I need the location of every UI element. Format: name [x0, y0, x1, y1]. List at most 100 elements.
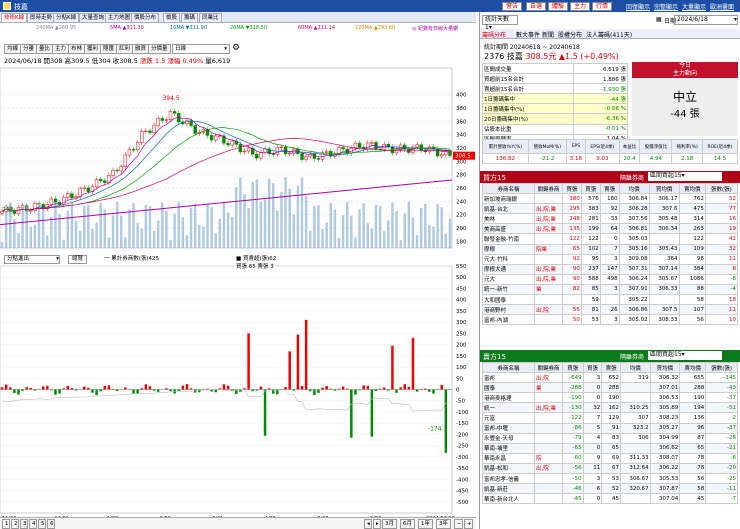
main-force-button[interactable]: 主力 [570, 2, 591, 11]
pager-3[interactable]: 3 [20, 519, 28, 529]
table-row[interactable]: 凱基-台北 出,院,業 295 383 92 306.28 307.6 475 77 [482, 203, 739, 215]
subtab-equity[interactable]: 股權分布 [558, 30, 582, 39]
flow-bar [87, 387, 90, 390]
buy-table: 券商名稱 關鍵券商 買張 買張 賣張 均價 買均價 賣均價 張數(張) 新加坡商瑞銀 380 576 1… [482, 182, 739, 326]
subtab-chips[interactable]: 籌碼分布 [482, 30, 506, 39]
ma120-label: 120MA ▲293.60 [355, 25, 396, 31]
candle-body [172, 111, 177, 114]
pager-4[interactable]: 4 [29, 519, 37, 529]
range-6m[interactable]: 6月 [400, 519, 415, 529]
tab-tech-kline[interactable]: 技術K線 [1, 13, 28, 23]
prev-icon[interactable]: ◂ [364, 519, 372, 529]
table-cell [534, 314, 563, 326]
full-link[interactable]: 完整顯示 [654, 2, 678, 11]
table-row[interactable]: 美林 出,院,業 248 281 33 307.56 305.48 314 16 [482, 213, 739, 225]
table-row[interactable]: 凱基-松和 出,院 -56 11 67 312.64 306.22 78 -20 [482, 462, 738, 475]
lower-select[interactable]: 分點進出 ▾ [4, 255, 60, 264]
table-row[interactable]: 統一 出,院,業 -130 32 162 310.25 305.89 194 -51 [482, 402, 738, 414]
table-row[interactable]: 華南-新台北人 -45 0 45 307.04 45 -7 [482, 493, 738, 505]
volume-bar [29, 226, 33, 248]
tab-intraday[interactable]: 即時走勢 [27, 13, 56, 23]
stat-row: 1日籌碼集中 -44 張 [482, 93, 629, 105]
table-row[interactable]: 摩根 院業 65 102 7 305.16 305.43 109 32 [482, 243, 739, 255]
table-row[interactable]: 凱基-新莊 -46 6 52 320.67 307.87 58 -11 [482, 483, 738, 495]
table-row[interactable]: 港商麥格理 -190 0 190 306.53 190 -37 [482, 392, 738, 404]
table-cell: 306.81 [618, 223, 650, 235]
table-row[interactable]: 統一-新竹業 82 85 3 307.91 306.33 88 -4 [482, 283, 739, 296]
table-row[interactable]: 富邦-內湖 50 53 3 305.02 308.33 56 10 [482, 314, 739, 326]
table-cell: -45 [562, 493, 584, 505]
tab-broker-kline[interactable]: 分點K線 [53, 13, 80, 23]
quote-button[interactable]: 行情 [592, 2, 613, 11]
table-cell: 69 [601, 452, 621, 464]
table-row[interactable]: 美商高盛 出,院,業 135 199 64 306.81 306.34 263 19 [482, 223, 739, 235]
range-1y[interactable]: 1年 [418, 519, 433, 529]
next-icon[interactable]: ▸ [373, 519, 381, 529]
sell-rank-select[interactable]: 區間買超15▾ [648, 351, 722, 360]
date-input[interactable]: 2024/6/18 ▾ [674, 15, 738, 25]
calendar-icon[interactable]: ▦ [656, 16, 662, 23]
price-chart[interactable]: 394.5213 4003803603403203002802602402202… [0, 33, 476, 529]
candle-body [62, 197, 66, 205]
table-cell: 320.67 [619, 483, 651, 495]
zoom-in-icon[interactable]: + [464, 519, 473, 529]
table-row[interactable]: 元大 出,院,業 90 588 498 306.24 305.67 1086 -8 [482, 273, 739, 285]
table-row[interactable]: 國泰業 -288 0 288 307.01 288 -43 [482, 382, 738, 394]
tab-chips[interactable]: 籌碼 [181, 13, 199, 23]
range-3m[interactable]: 3月 [382, 519, 397, 529]
flow-bar [415, 389, 419, 392]
table-row[interactable]: 元大-竹科 92 95 3 309.08 364 98 11 [482, 253, 739, 265]
restore-link[interactable]: 回復顯示 [626, 2, 650, 11]
table-row[interactable]: 元富 -122 7 129 307 308.23 136 -2 [482, 412, 738, 424]
table-cell: 305.67 [648, 273, 680, 285]
buy-rank-select[interactable]: 區間買超15▾ [648, 172, 722, 181]
tab-big-volume[interactable]: 大量查詢 [79, 13, 108, 23]
pager-6[interactable]: 6 [47, 519, 55, 529]
table-row[interactable]: 華南-埔里 -65 0 65 306.62 65 -21 [482, 442, 738, 454]
favorite-button[interactable]: 自選 [526, 2, 547, 11]
euro-link[interactable]: 歐洲畫面 [710, 2, 734, 11]
pager-5[interactable]: 5 [38, 519, 46, 529]
table-cell: 59 [580, 294, 601, 306]
zoom-out-icon[interactable]: − [454, 519, 463, 529]
flow-bar [169, 389, 172, 392]
large-link[interactable]: 大量顯示 [682, 2, 706, 11]
table-cell: 出,院,業 [534, 203, 563, 215]
flow-bar [21, 389, 24, 391]
table-row[interactable]: 富邦-中壢 -86 5 91 323.2 305.27 96 -37 [482, 422, 738, 434]
table-row[interactable]: 聯發金融-竹南 122 122 0 305.03 122 42 [482, 233, 739, 245]
table-row[interactable]: 永豐金-天母 -79 4 83 306 304.99 87 -28 [482, 432, 738, 444]
pager-bar: 1 2 3 4 5 6 ◂ ▸ 3月 6月 1年 3年 − + [0, 517, 476, 529]
candle-body [148, 130, 152, 133]
table-cell: 3 [582, 372, 603, 384]
alert-button[interactable]: 警告 [502, 2, 523, 11]
table-row[interactable]: 富邦忠孝-信義 -50 3 53 306.67 305.53 56 -25 [482, 473, 738, 485]
big-volume-note[interactable]: ◎ 紀錄有日線大量鑽 [412, 25, 458, 32]
pager-2[interactable]: 2 [11, 519, 19, 529]
subtab-legal[interactable]: 法人籌碼(411天) [586, 30, 632, 39]
table-cell: -11 [705, 483, 738, 495]
table-row[interactable]: 新加坡商瑞銀 380 576 180 306.84 306.17 762 52 [482, 193, 739, 205]
price-tick-label: 360 [456, 119, 467, 125]
range-3y[interactable]: 3年 [436, 519, 451, 529]
flow-bar [255, 389, 259, 391]
table-cell: 國泰 [482, 382, 535, 394]
table-row[interactable]: 華南永昌院 -60 9 69 311.33 308.07 78 -6 [482, 452, 738, 464]
table-row[interactable]: 大和國泰 59 305.22 58 18 [482, 294, 739, 306]
tab-main-map[interactable]: 主力地圖 [105, 13, 134, 23]
subtab-events[interactable]: 數大事件 [516, 30, 540, 39]
table-row[interactable]: 摩根大通 出,院,業 90 237 147 307.31 307.14 384 8 [482, 263, 739, 275]
tab-price-dist[interactable]: 價股分布 [131, 13, 160, 23]
subtab-news[interactable]: 新聞 [542, 30, 554, 39]
tab-screen[interactable]: 檢股 [163, 13, 181, 23]
stats-days-select[interactable]: 統計天數 1▾ [482, 15, 518, 31]
pager-1[interactable]: 1 [2, 519, 10, 529]
table-row[interactable]: 港商野村 出,院 55 81 26 306.86 307.5 107 11 [482, 304, 739, 316]
stat-row: 1日籌碼集中(%) -0.66 % [482, 103, 629, 115]
experience-button[interactable]: 體驗 [548, 2, 569, 11]
volume-bar [25, 204, 28, 248]
flow-bar [272, 389, 275, 394]
table-row[interactable]: 富邦 出,院 -649 3 652 319 306.32 655 -145 [482, 372, 738, 384]
tab-peer[interactable]: 同業比 [199, 13, 222, 23]
overview-button[interactable]: 總覽 [68, 255, 88, 264]
